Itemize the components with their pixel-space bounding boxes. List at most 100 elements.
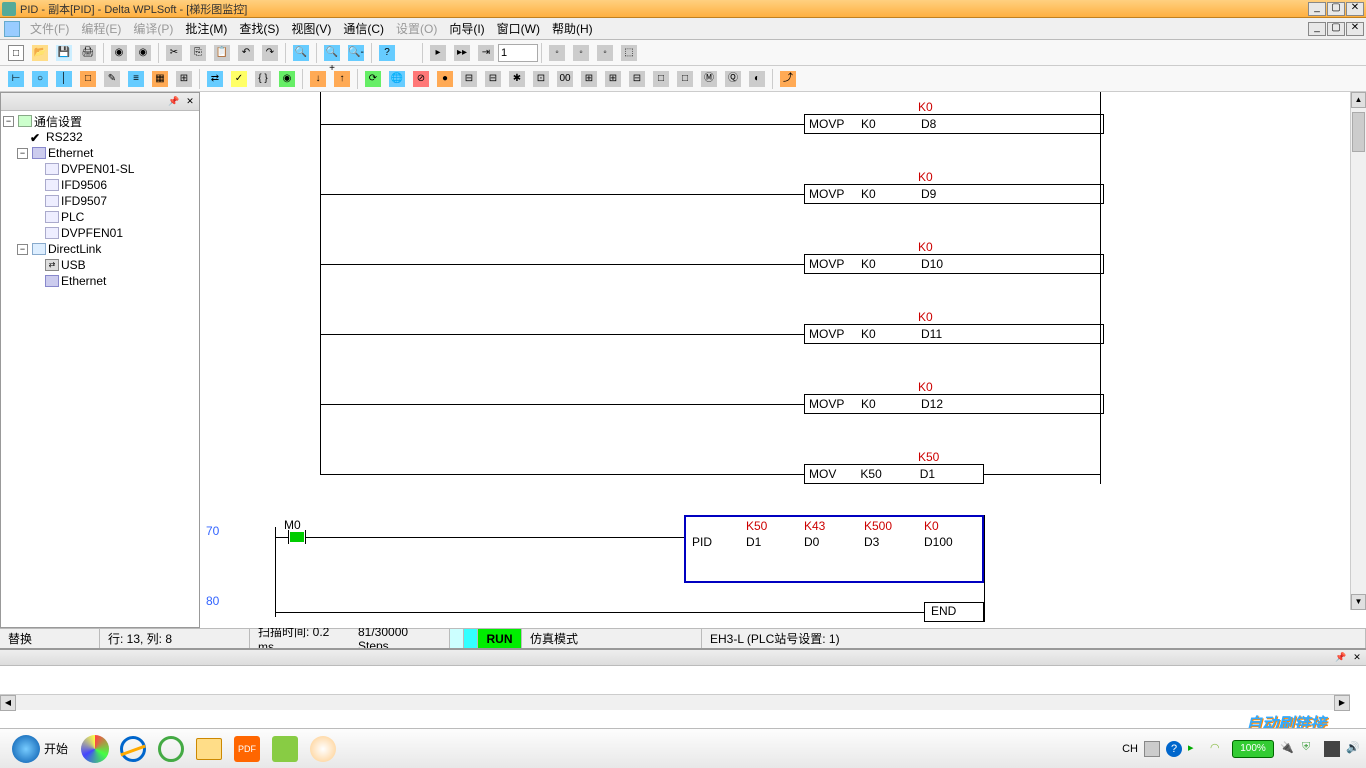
t2-r6[interactable]: ⊞ bbox=[578, 68, 600, 90]
t2-tbl[interactable]: ⊞ bbox=[173, 68, 195, 90]
icon-a[interactable]: ◉ bbox=[108, 42, 130, 64]
t1c-1[interactable]: ◦ bbox=[546, 42, 568, 64]
plug-icon[interactable]: 🔌 bbox=[1280, 741, 1296, 757]
output-close-icon[interactable]: ✕ bbox=[1350, 651, 1364, 665]
scroll-thumb[interactable] bbox=[1352, 112, 1365, 152]
tree-directlink[interactable]: − DirectLink bbox=[3, 241, 197, 257]
menu-视图V[interactable]: 视图(V) bbox=[285, 20, 337, 38]
paste-icon[interactable]: 📋 bbox=[211, 42, 233, 64]
save-icon[interactable]: 💾 bbox=[53, 42, 75, 64]
instruction-MOVP[interactable]: MOVPK0D10 bbox=[804, 254, 1104, 274]
copy-icon[interactable]: ⎘ bbox=[187, 42, 209, 64]
t1c-3[interactable]: ◦ bbox=[594, 42, 616, 64]
scroll-right-arrow[interactable]: ▶ bbox=[1334, 695, 1350, 711]
contact-m0[interactable] bbox=[288, 530, 306, 544]
t2-r12[interactable]: Ⓠ bbox=[722, 68, 744, 90]
sidebar-pin-icon[interactable]: 📌 bbox=[167, 95, 181, 109]
help-tray-icon[interactable]: ? bbox=[1166, 741, 1182, 757]
step-icon[interactable]: ▸ bbox=[427, 42, 449, 64]
t2-blk[interactable]: ▦ bbox=[149, 68, 171, 90]
keyboard-icon[interactable] bbox=[1144, 741, 1160, 757]
find-icon[interactable]: 🔍 bbox=[290, 42, 312, 64]
tree-eth-child[interactable]: PLC bbox=[3, 209, 197, 225]
t2-dl[interactable]: ↓ bbox=[307, 68, 329, 90]
menu-通信C[interactable]: 通信(C) bbox=[337, 20, 390, 38]
instruction-MOV[interactable]: MOVK50D1 bbox=[804, 464, 984, 484]
t2-chk[interactable]: ✓ bbox=[228, 68, 250, 90]
t2-r5[interactable]: 00 bbox=[554, 68, 576, 90]
maximize-button[interactable]: ▢ bbox=[1327, 2, 1345, 16]
ladder-canvas[interactable]: MOVPK0D8K0MOVPK0D9K0MOVPK0D10K0MOVPK0D11… bbox=[200, 92, 1366, 628]
instruction-MOVP[interactable]: MOVPK0D9 bbox=[804, 184, 1104, 204]
t2-r11[interactable]: Ⓜ bbox=[698, 68, 720, 90]
step-input[interactable] bbox=[498, 44, 538, 62]
t2-cmp[interactable]: ≡ bbox=[125, 68, 147, 90]
t2-ul[interactable]: ↑ bbox=[331, 68, 353, 90]
icon-b[interactable]: ◉ bbox=[132, 42, 154, 64]
horizontal-scrollbar[interactable]: ◀ ▶ bbox=[0, 694, 1350, 710]
scroll-down-arrow[interactable]: ▼ bbox=[1351, 594, 1366, 610]
t2-r8[interactable]: ⊟ bbox=[626, 68, 648, 90]
tree-root[interactable]: − 通信设置 bbox=[3, 113, 197, 129]
child-maximize-button[interactable]: ▢ bbox=[1327, 22, 1345, 36]
t2-r4[interactable]: ⊡ bbox=[530, 68, 552, 90]
tree-eth-child[interactable]: DVPEN01-SL bbox=[3, 161, 197, 177]
t2-r3[interactable]: ✱ bbox=[506, 68, 528, 90]
t2-contact[interactable]: ⊢ bbox=[5, 68, 27, 90]
tree-eth-child[interactable]: IFD9507 bbox=[3, 193, 197, 209]
menu-批注M[interactable]: 批注(M) bbox=[179, 20, 233, 38]
task-pdf[interactable]: PDF bbox=[230, 732, 264, 766]
task-ie2[interactable] bbox=[154, 732, 188, 766]
goto-icon[interactable]: ⇥ bbox=[475, 42, 497, 64]
instruction-end[interactable]: END bbox=[924, 602, 984, 622]
flag-icon[interactable]: ▸ bbox=[1188, 741, 1204, 757]
undo-icon[interactable]: ↶ bbox=[235, 42, 257, 64]
menu-帮助H[interactable]: 帮助(H) bbox=[546, 20, 599, 38]
child-minimize-button[interactable]: _ bbox=[1308, 22, 1326, 36]
t2-stop[interactable]: ⊘ bbox=[410, 68, 432, 90]
t2-code[interactable]: { } bbox=[252, 68, 274, 90]
t2-onl[interactable]: ⟳ bbox=[362, 68, 384, 90]
tree-toggle-icon[interactable]: − bbox=[3, 116, 14, 127]
run-icon[interactable]: ▸▸ bbox=[451, 42, 473, 64]
task-app-1[interactable] bbox=[78, 732, 112, 766]
tree-usb[interactable]: ⇄ USB bbox=[3, 257, 197, 273]
tree-toggle-icon[interactable]: − bbox=[17, 244, 28, 255]
instruction-MOVP[interactable]: MOVPK0D11 bbox=[804, 324, 1104, 344]
cut-icon[interactable]: ✂ bbox=[163, 42, 185, 64]
output-pin-icon[interactable]: 📌 bbox=[1334, 651, 1348, 665]
redo-icon[interactable]: ↷ bbox=[259, 42, 281, 64]
t2-r9[interactable]: □ bbox=[650, 68, 672, 90]
instruction-pid[interactable]: K50K43K500K0PIDD1D0D3D100 bbox=[684, 515, 984, 583]
tree-dl-ethernet[interactable]: Ethernet bbox=[3, 273, 197, 289]
shield-icon[interactable]: ⛨ bbox=[1302, 741, 1318, 757]
vertical-scrollbar[interactable]: ▲ ▼ bbox=[1350, 92, 1366, 610]
volume-icon[interactable]: 🔊 bbox=[1346, 741, 1362, 757]
menu-查找S[interactable]: 查找(S) bbox=[233, 20, 285, 38]
tray-misc-icon[interactable] bbox=[1324, 741, 1340, 757]
battery-indicator[interactable]: 100% bbox=[1232, 740, 1274, 758]
child-close-button[interactable]: ✕ bbox=[1346, 22, 1364, 36]
tree-eth-child[interactable]: DVPFEN01 bbox=[3, 225, 197, 241]
instruction-MOVP[interactable]: MOVPK0D12 bbox=[804, 394, 1104, 414]
tray-lang[interactable]: CH bbox=[1122, 743, 1138, 755]
minimize-button[interactable]: _ bbox=[1308, 2, 1326, 16]
help-icon[interactable]: ? bbox=[376, 42, 398, 64]
new-icon[interactable]: □ bbox=[5, 42, 27, 64]
start-button[interactable]: 开始 bbox=[4, 733, 76, 765]
task-wplsoft[interactable] bbox=[268, 732, 302, 766]
t2-sim[interactable]: ◉ bbox=[276, 68, 298, 90]
t2-r2[interactable]: ⊟ bbox=[482, 68, 504, 90]
wifi-icon[interactable]: ◠ bbox=[1210, 741, 1226, 757]
menu-向导I[interactable]: 向导(I) bbox=[443, 20, 490, 38]
tree-toggle-icon[interactable]: − bbox=[17, 148, 28, 159]
tree-rs232[interactable]: ✔ RS232 bbox=[3, 129, 197, 145]
t2-exit[interactable]: ⤴ bbox=[777, 68, 799, 90]
task-paint[interactable] bbox=[306, 732, 340, 766]
zoom-out-icon[interactable]: 🔍- bbox=[345, 42, 367, 64]
menu-窗口W[interactable]: 窗口(W) bbox=[491, 20, 546, 38]
t2-r10[interactable]: □ bbox=[674, 68, 696, 90]
t2-net[interactable]: 🌐 bbox=[386, 68, 408, 90]
scroll-left-arrow[interactable]: ◀ bbox=[0, 695, 16, 711]
instruction-MOVP[interactable]: MOVPK0D8 bbox=[804, 114, 1104, 134]
